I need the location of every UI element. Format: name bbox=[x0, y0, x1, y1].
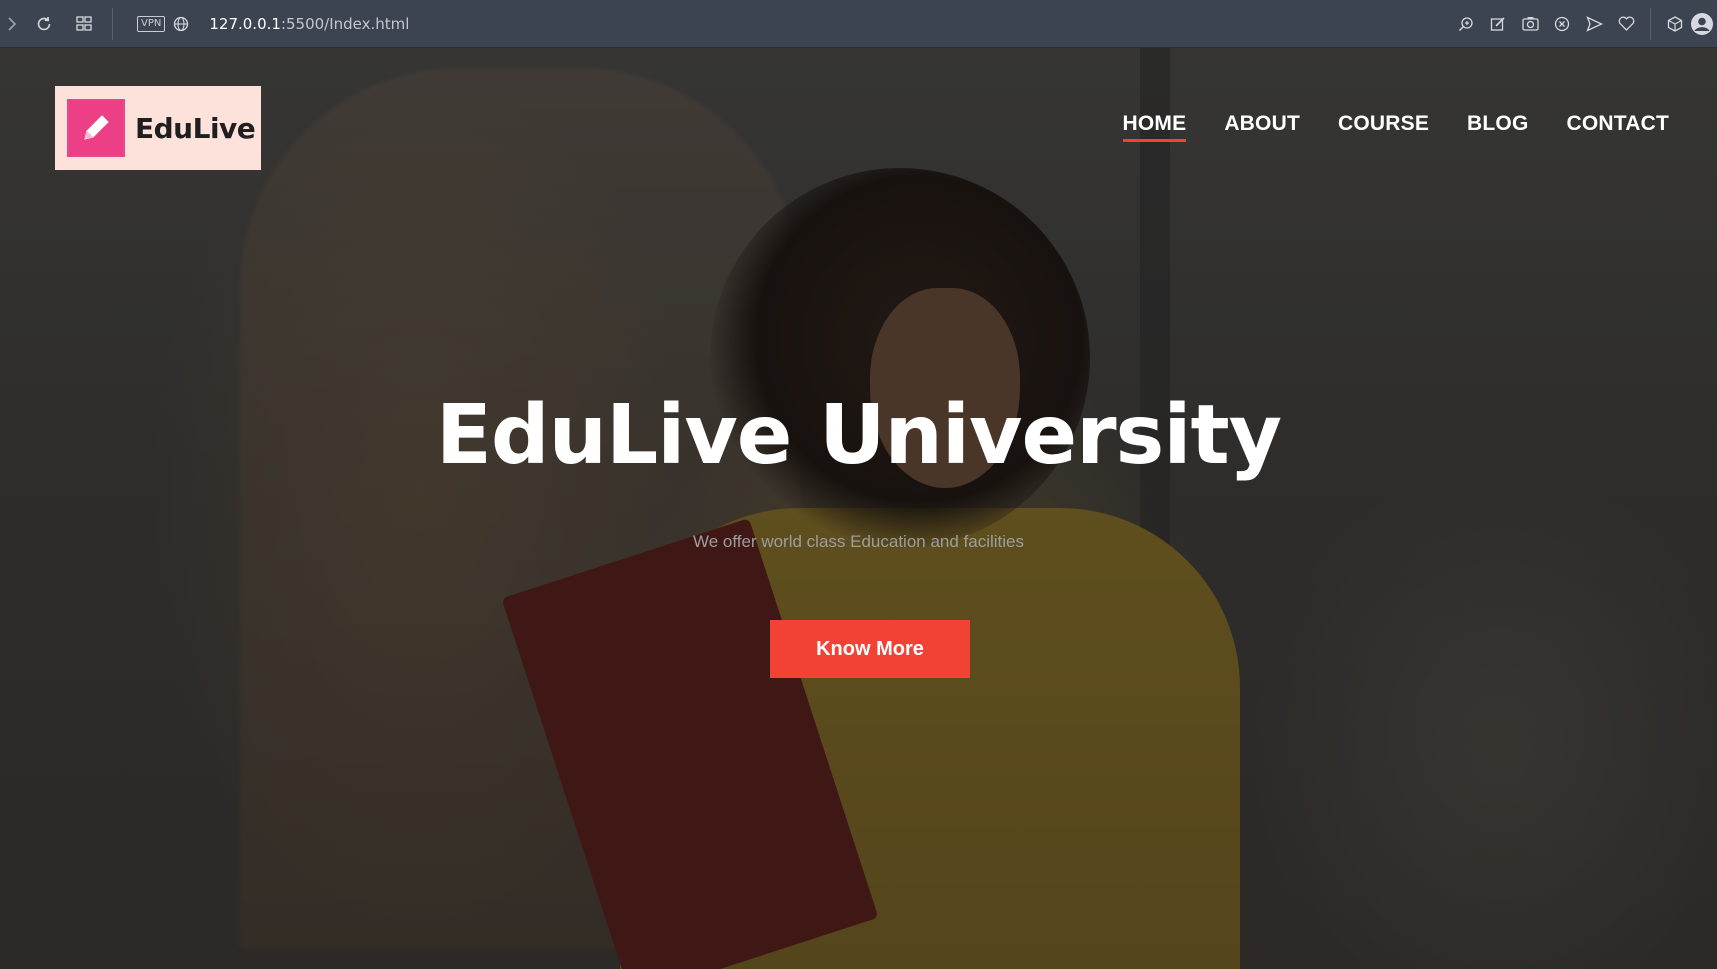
cube-icon[interactable] bbox=[1659, 0, 1691, 48]
toolbar-divider bbox=[112, 7, 113, 40]
vpn-badge[interactable]: VPN bbox=[137, 15, 166, 32]
url-path: :5500/Index.html bbox=[280, 14, 410, 33]
profile-icon[interactable] bbox=[1691, 0, 1717, 48]
know-more-button[interactable]: Know More bbox=[770, 620, 970, 678]
shield-icon[interactable] bbox=[1546, 0, 1578, 48]
hero-overlay bbox=[0, 48, 1717, 969]
zoom-icon[interactable] bbox=[1450, 0, 1482, 48]
hero-section: EduLive HOME ABOUT COURSE BLOG CONTACT E… bbox=[0, 48, 1717, 969]
send-icon[interactable] bbox=[1578, 0, 1610, 48]
nav-home[interactable]: HOME bbox=[1122, 112, 1187, 142]
back-icon[interactable] bbox=[0, 0, 24, 48]
reload-icon[interactable] bbox=[24, 0, 64, 48]
url-host: 127.0.0.1 bbox=[209, 14, 281, 33]
address-bar[interactable]: 127.0.0.1:5500/Index.html bbox=[209, 15, 409, 33]
hero-subtitle: We offer world class Education and facil… bbox=[692, 532, 1025, 551]
logo-text: EduLive bbox=[135, 111, 256, 145]
browser-toolbar: VPN 127.0.0.1:5500/Index.html bbox=[0, 0, 1717, 48]
nav-blog[interactable]: BLOG bbox=[1467, 112, 1528, 142]
main-nav: HOME ABOUT COURSE BLOG CONTACT bbox=[1122, 112, 1670, 142]
tabs-grid-icon[interactable] bbox=[64, 0, 104, 48]
pencil-icon bbox=[67, 99, 125, 157]
hero-title: EduLive University bbox=[435, 388, 1282, 483]
nav-contact[interactable]: CONTACT bbox=[1567, 112, 1670, 142]
nav-about[interactable]: ABOUT bbox=[1224, 112, 1300, 142]
nav-course[interactable]: COURSE bbox=[1338, 112, 1429, 142]
globe-icon[interactable] bbox=[165, 0, 197, 48]
camera-icon[interactable] bbox=[1514, 0, 1546, 48]
heart-icon[interactable] bbox=[1610, 0, 1642, 48]
toolbar-divider-right bbox=[1650, 7, 1651, 40]
edit-icon[interactable] bbox=[1482, 0, 1514, 48]
site-logo[interactable]: EduLive bbox=[55, 86, 261, 170]
